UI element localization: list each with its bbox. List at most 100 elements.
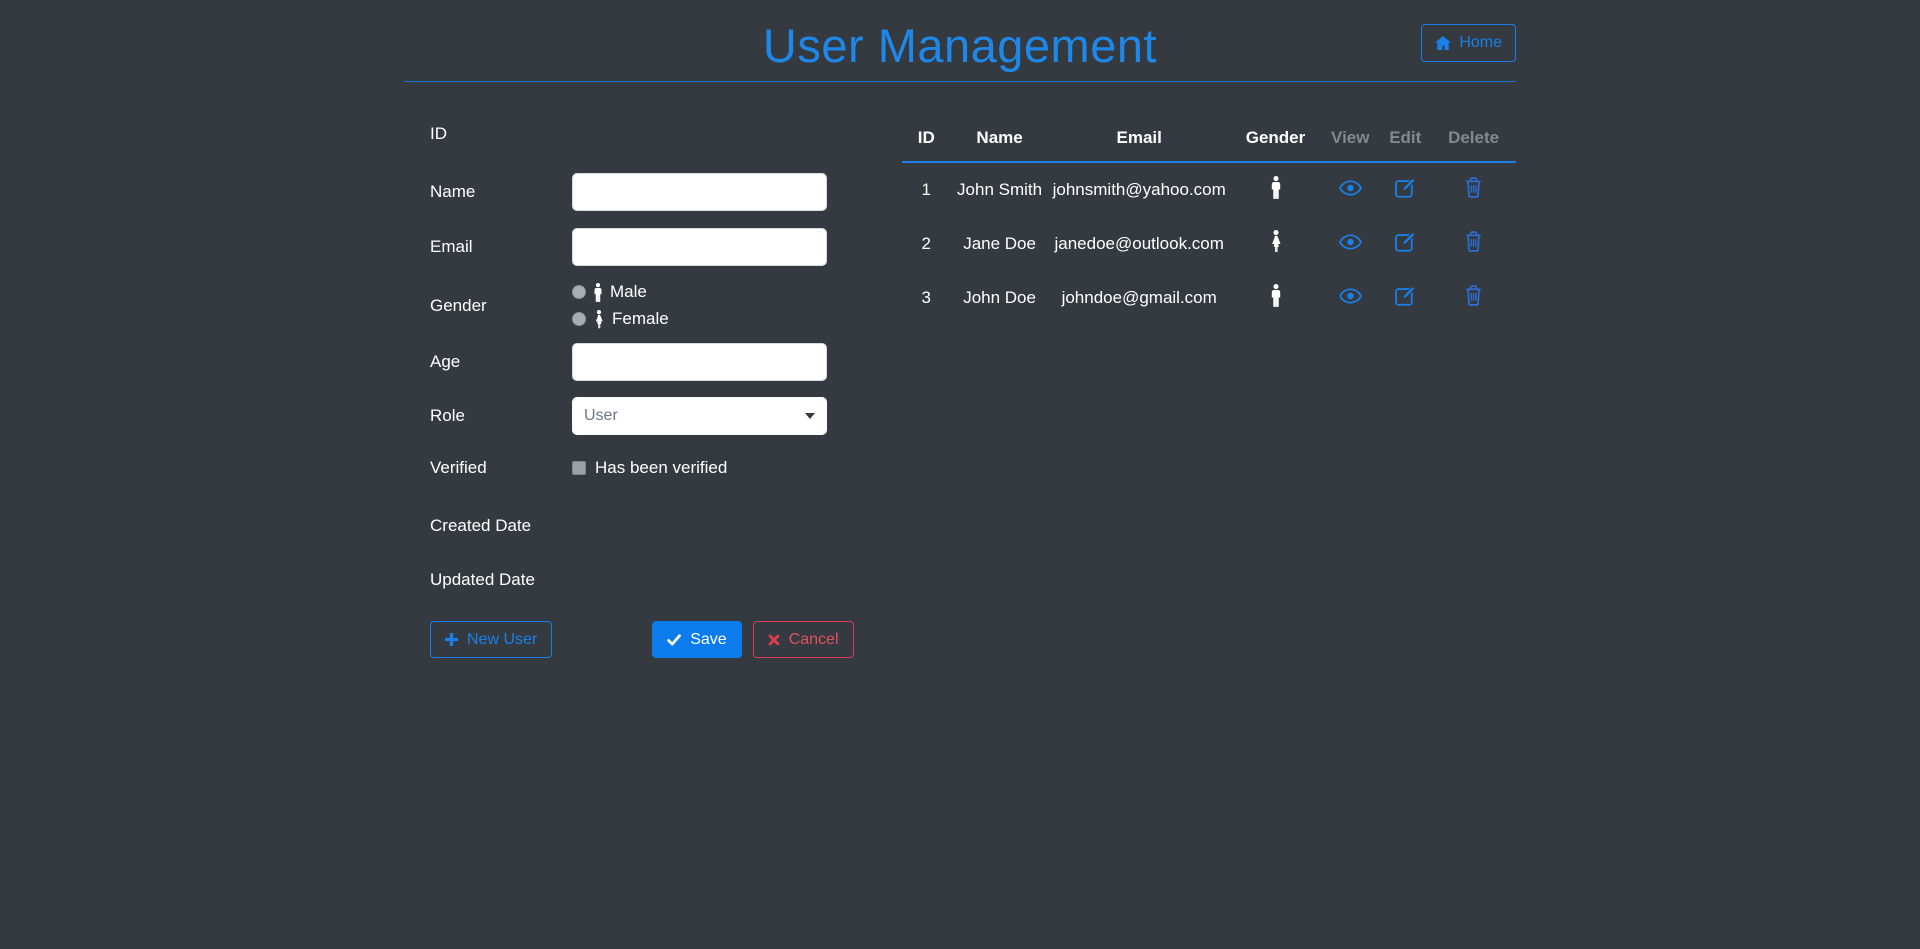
page-title: User Management [762, 19, 1158, 72]
delete-button[interactable] [1465, 285, 1482, 306]
male-icon [1270, 284, 1282, 307]
age-field[interactable] [572, 343, 827, 381]
header-name: Name [950, 120, 1049, 163]
verified-checkbox-label: Has been verified [595, 458, 728, 477]
save-button[interactable]: Save [652, 621, 742, 658]
table-row: 3 John Doe johndoe@gmail.com [902, 271, 1516, 325]
email-label: Email [430, 237, 473, 256]
verified-checkbox-line[interactable]: Has been verified [572, 458, 727, 478]
home-icon [1435, 36, 1452, 50]
cancel-button[interactable]: Cancel [752, 621, 854, 658]
cancel-button-label: Cancel [788, 630, 839, 648]
male-icon [593, 282, 603, 302]
trash-icon [1465, 177, 1482, 198]
gender-female-radio[interactable] [572, 312, 586, 326]
view-button[interactable] [1338, 233, 1362, 250]
verified-checkbox[interactable] [572, 461, 586, 475]
trash-icon [1465, 231, 1482, 252]
email-field[interactable] [572, 228, 827, 266]
save-button-label: Save [690, 630, 727, 648]
cell-id: 2 [921, 234, 931, 253]
new-user-button[interactable]: New User [430, 621, 553, 658]
table-row: 1 John Smith johnsmith@yahoo.com [902, 162, 1516, 217]
delete-button[interactable] [1465, 177, 1482, 198]
cell-name: John Smith [957, 180, 1043, 199]
gender-radio-group: Male Female [572, 281, 669, 330]
role-select[interactable]: User [572, 397, 827, 435]
name-label: Name [430, 182, 476, 201]
gender-female-label: Female [612, 309, 669, 328]
eye-icon [1338, 287, 1362, 304]
eye-icon [1338, 233, 1362, 250]
form-row-role: Role User [430, 397, 902, 435]
x-icon [768, 634, 780, 646]
view-button[interactable] [1338, 287, 1362, 304]
plus-icon [445, 633, 458, 646]
form-row-verified: Verified Has been verified [430, 458, 902, 478]
header-delete: Delete [1431, 120, 1516, 163]
page-container: User Management Home ID Name Email Gende… [404, 0, 1516, 658]
cell-name: John Doe [963, 288, 1036, 307]
name-field[interactable] [572, 173, 827, 211]
user-form: ID Name Email Gender Male Female Age Rol… [404, 120, 902, 658]
edit-button[interactable] [1395, 285, 1416, 306]
eye-icon [1338, 179, 1362, 196]
header-view: View [1321, 120, 1380, 163]
gender-label: Gender [430, 295, 487, 315]
edit-button[interactable] [1395, 231, 1416, 252]
cell-id: 3 [921, 288, 931, 307]
home-button-label: Home [1459, 34, 1502, 51]
female-icon [1269, 230, 1283, 253]
form-row-updated-date: Updated Date [430, 568, 902, 592]
edit-icon [1395, 231, 1416, 252]
edit-icon [1395, 285, 1416, 306]
form-row-gender: Gender Male Female [430, 281, 902, 330]
gender-male-radio[interactable] [572, 285, 586, 299]
gender-male-option[interactable]: Male [572, 281, 669, 303]
user-table-body: 1 John Smith johnsmith@yahoo.com 2 Jane … [902, 162, 1516, 325]
page-header: User Management [404, 0, 1516, 82]
gender-male-label: Male [610, 282, 647, 301]
home-button[interactable]: Home [1421, 24, 1516, 62]
edit-icon [1395, 177, 1416, 198]
form-row-created-date: Created Date [430, 514, 902, 538]
cell-email: janedoe@outlook.com [1054, 234, 1224, 253]
form-row-name: Name [430, 173, 902, 211]
trash-icon [1465, 285, 1482, 306]
header-email: Email [1048, 120, 1230, 163]
female-icon [593, 309, 605, 329]
content: ID Name Email Gender Male Female Age Rol… [404, 120, 1516, 658]
gender-female-option[interactable]: Female [572, 308, 669, 330]
updated-date-label: Updated Date [430, 570, 535, 589]
cell-gender [1230, 271, 1321, 325]
form-actions: New User Save Cancel [430, 621, 902, 658]
check-icon [667, 633, 682, 646]
role-label: Role [430, 406, 465, 425]
role-selected-value: User [584, 407, 618, 424]
header-gender: Gender [1229, 120, 1322, 163]
header-id: ID [902, 120, 951, 163]
delete-button[interactable] [1465, 231, 1482, 252]
form-row-email: Email [430, 228, 902, 266]
user-table-header: ID Name Email Gender View Edit Delete [902, 120, 1516, 163]
form-row-age: Age [430, 343, 902, 381]
chevron-down-icon [805, 413, 815, 419]
table-row: 2 Jane Doe janedoe@outlook.com [902, 217, 1516, 271]
header-edit: Edit [1379, 120, 1432, 163]
cell-name: Jane Doe [963, 234, 1036, 253]
age-label: Age [430, 352, 461, 371]
view-button[interactable] [1338, 179, 1362, 196]
created-date-label: Created Date [430, 516, 532, 535]
form-row-id: ID [430, 120, 902, 148]
edit-button[interactable] [1395, 177, 1416, 198]
cell-gender [1230, 217, 1321, 271]
new-user-button-label: New User [467, 630, 538, 648]
cell-email: johndoe@gmail.com [1061, 288, 1217, 307]
cell-gender [1230, 162, 1321, 217]
verified-label: Verified [430, 458, 487, 477]
cell-id: 1 [921, 180, 931, 199]
user-table: ID Name Email Gender View Edit Delete 1 [902, 120, 1516, 325]
male-icon [1270, 176, 1282, 199]
user-table-panel: ID Name Email Gender View Edit Delete 1 [902, 120, 1516, 658]
cell-email: johnsmith@yahoo.com [1052, 180, 1226, 199]
